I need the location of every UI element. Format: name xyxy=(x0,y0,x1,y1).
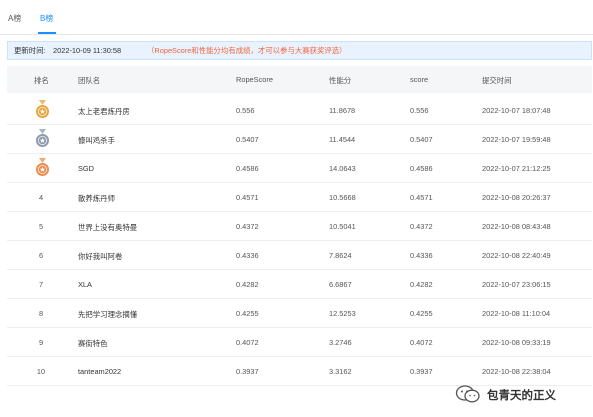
submit-time-cell: 2022-10-07 19:59:48 xyxy=(482,135,551,144)
gold-medal-icon xyxy=(36,100,49,118)
submit-time-cell: 2022-10-07 18:07:48 xyxy=(482,106,551,115)
performance-cell: 6.6867 xyxy=(329,280,352,289)
score-cell: 0.4372 xyxy=(410,222,433,231)
column-header-ropescore: RopeScore xyxy=(236,75,273,84)
submit-time-cell: 2022-10-08 22:40:49 xyxy=(482,251,551,260)
active-tab-indicator xyxy=(38,32,56,34)
wechat-icon xyxy=(455,385,480,403)
performance-cell: 14.0643 xyxy=(329,164,356,173)
team-name-cell: SGD xyxy=(78,164,95,173)
ropescore-cell: 0.4586 xyxy=(236,164,259,173)
submit-time-cell: 2022-10-07 23:06:15 xyxy=(482,280,551,289)
performance-cell: 10.5041 xyxy=(329,222,356,231)
team-name-cell: 世界上没有奥特曼 xyxy=(78,223,138,232)
team-name-cell: 慷叫鸡杀手 xyxy=(78,136,115,145)
team-name-cell: 赛街特色 xyxy=(78,339,108,348)
score-cell: 0.4586 xyxy=(410,164,433,173)
ropescore-cell: 0.3937 xyxy=(236,367,259,376)
performance-cell: 12.5253 xyxy=(329,309,356,318)
table-header: 排名 团队名 RopeScore 性能分 score 提交时间 xyxy=(7,66,592,93)
ropescore-cell: 0.4571 xyxy=(236,193,259,202)
score-cell: 0.4336 xyxy=(410,251,433,260)
score-cell: 0.5407 xyxy=(410,135,433,144)
submit-time-cell: 2022-10-08 22:38:04 xyxy=(482,367,551,376)
ropescore-cell: 0.4072 xyxy=(236,338,259,347)
team-name-cell: 散养炼丹师 xyxy=(78,194,115,203)
table-row: 4 散养炼丹师 0.4571 10.5668 0.4571 2022-10-08 20:2… xyxy=(7,182,592,212)
ropescore-cell: 0.4282 xyxy=(236,280,259,289)
column-header-score: score xyxy=(410,75,429,84)
column-header-submit-time: 提交时间 xyxy=(482,76,512,85)
column-header-performance: 性能分 xyxy=(329,76,352,85)
tab-b-board[interactable]: B榜 xyxy=(40,13,53,24)
rank-cell: 9 xyxy=(38,338,44,347)
table-row: 10 tanteam2022 0.3937 3.3162 0.3937 2022-10-0… xyxy=(7,356,592,386)
table-row: 太上老君炼丹房 0.556 11.8678 0.556 2022-10-07 18:07… xyxy=(7,95,592,125)
rank-cell: 5 xyxy=(38,222,44,231)
performance-cell: 3.2746 xyxy=(329,338,352,347)
update-time-label: 更新时间: xyxy=(14,46,46,55)
score-cell: 0.3937 xyxy=(410,367,433,376)
bronze-medal-icon xyxy=(36,158,49,176)
performance-cell: 3.3162 xyxy=(329,367,352,376)
rank-cell: 6 xyxy=(38,251,44,260)
performance-cell: 11.4544 xyxy=(329,135,356,144)
submit-time-cell: 2022-10-08 11:10:04 xyxy=(482,309,551,318)
rank-cell: 4 xyxy=(38,193,44,202)
column-header-rank: 排名 xyxy=(34,76,49,85)
leaderboard-page: A榜 B榜 更新时间: 2022-10-09 11:30:58 （RopeSco… xyxy=(0,0,593,417)
table-row: 9 赛街特色 0.4072 3.2746 0.4072 2022-10-08 09:33:… xyxy=(7,327,592,357)
team-name-cell: XLA xyxy=(78,280,92,289)
table-row: 5 世界上没有奥特曼 0.4372 10.5041 0.4372 2022-10-08 0… xyxy=(7,211,592,241)
rank-cell: 10 xyxy=(36,367,46,376)
column-header-team: 团队名 xyxy=(78,76,101,85)
leaderboard-tabs: A榜 B榜 xyxy=(0,0,593,35)
ropescore-cell: 0.4255 xyxy=(236,309,259,318)
table-row: 6 你好我叫阿卷 0.4336 7.8624 0.4336 2022-10-08 22:4… xyxy=(7,240,592,270)
update-info-bar: 更新时间: 2022-10-09 11:30:58 （RopeScore和性能分… xyxy=(7,41,592,60)
rank-cell: 7 xyxy=(38,280,44,289)
team-name-cell: 你好我叫阿卷 xyxy=(78,252,123,261)
ropescore-cell: 0.5407 xyxy=(236,135,259,144)
score-cell: 0.4571 xyxy=(410,193,433,202)
rank-cell: 8 xyxy=(38,309,44,318)
submit-time-cell: 2022-10-08 08:43:48 xyxy=(482,222,551,231)
eligibility-note: （RopeScore和性能分均有成绩，才可以参与大赛获奖评选） xyxy=(147,46,347,55)
team-name-cell: 先把学习理念摘懂 xyxy=(78,310,138,319)
table-row: 慷叫鸡杀手 0.5407 11.4544 0.5407 2022-10-07 19:59… xyxy=(7,124,592,154)
performance-cell: 11.8678 xyxy=(329,106,356,115)
table-row: SGD 0.4586 14.0643 0.4586 2022-10-07 21:12:2… xyxy=(7,153,592,183)
table-row: 7 XLA 0.4282 6.6867 0.4282 2022-10-07 23:06:1… xyxy=(7,269,592,299)
ropescore-cell: 0.4372 xyxy=(236,222,259,231)
team-name-cell: 太上老君炼丹房 xyxy=(78,107,130,116)
performance-cell: 10.5668 xyxy=(329,193,356,202)
silver-medal-icon xyxy=(36,129,49,147)
ropescore-cell: 0.4336 xyxy=(236,251,259,260)
score-cell: 0.4282 xyxy=(410,280,433,289)
table-row: 8 先把学习理念摘懂 0.4255 12.5253 0.4255 2022-10-08 1… xyxy=(7,298,592,328)
performance-cell: 7.8624 xyxy=(329,251,352,260)
score-cell: 0.556 xyxy=(410,106,429,115)
team-name-cell: tanteam2022 xyxy=(78,367,122,376)
update-time-value: 2022-10-09 11:30:58 xyxy=(53,46,122,55)
submit-time-cell: 2022-10-07 21:12:25 xyxy=(482,164,551,173)
score-cell: 0.4255 xyxy=(410,309,433,318)
submit-time-cell: 2022-10-08 09:33:19 xyxy=(482,338,551,347)
watermark-text: 包青天的正义 xyxy=(487,390,556,402)
tab-a-board[interactable]: A榜 xyxy=(8,13,21,24)
submit-time-cell: 2022-10-08 20:26:37 xyxy=(482,193,551,202)
ropescore-cell: 0.556 xyxy=(236,106,255,115)
score-cell: 0.4072 xyxy=(410,338,433,347)
